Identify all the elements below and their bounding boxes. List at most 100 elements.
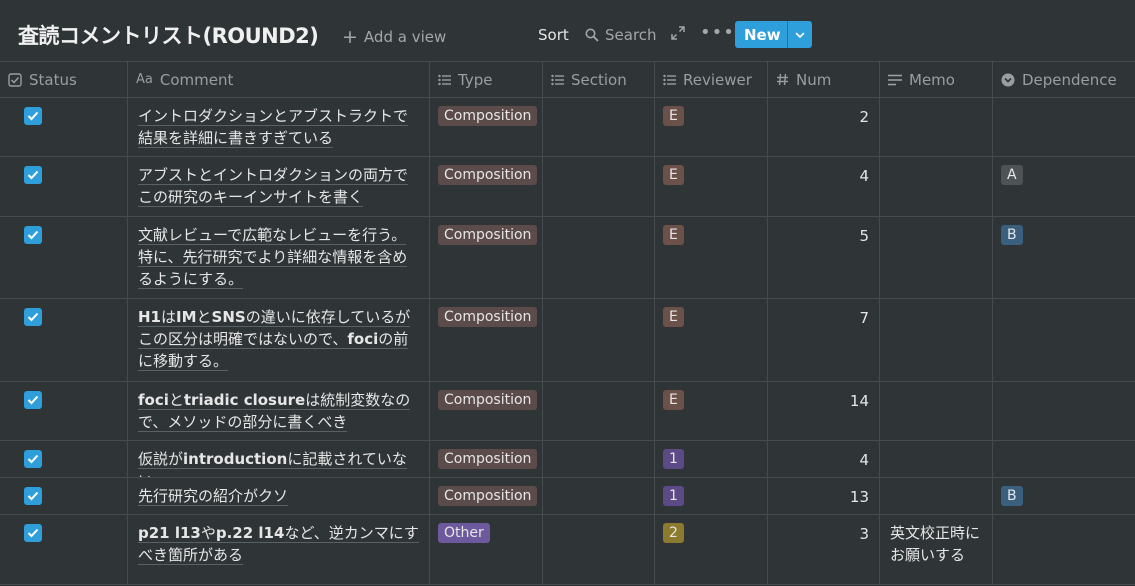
num-cell[interactable]: 4	[768, 157, 880, 216]
reviewer-cell[interactable]: E	[655, 217, 768, 298]
dependence-cell[interactable]	[993, 515, 1135, 584]
type-cell[interactable]: Other	[430, 515, 543, 584]
section-cell[interactable]	[543, 478, 655, 514]
table-row[interactable]: 先行研究の紹介がクソ Composition 1 13 B	[0, 478, 1135, 515]
list-property-icon	[438, 74, 451, 86]
reviewer-cell[interactable]: E	[655, 299, 768, 381]
num-value: 5	[859, 227, 869, 245]
reviewer-cell[interactable]: 2	[655, 515, 768, 584]
table-row[interactable]: イントロダクションとアブストラクトで結果を詳細に書きすぎている Compositi…	[0, 98, 1135, 157]
comment-cell[interactable]: 文献レビューで広範なレビューを行う。特に、先行研究でより詳細な情報を含めるように…	[128, 217, 430, 298]
status-checkbox[interactable]	[24, 450, 42, 468]
status-checkbox[interactable]	[24, 107, 42, 125]
search-label: Search	[605, 26, 657, 44]
type-cell[interactable]: Composition	[430, 98, 543, 156]
dependence-cell[interactable]: B	[993, 478, 1135, 514]
reviewer-cell[interactable]: E	[655, 98, 768, 156]
table-row[interactable]: 仮説がintroductionに記載されていない Composition 1 4	[0, 441, 1135, 478]
search-button[interactable]: Search	[585, 26, 657, 44]
num-cell[interactable]: 7	[768, 299, 880, 381]
reviewer-cell[interactable]: 1	[655, 478, 768, 514]
column-header-section[interactable]: Section	[543, 62, 655, 97]
section-cell[interactable]	[543, 217, 655, 298]
status-checkbox[interactable]	[24, 524, 42, 542]
section-cell[interactable]	[543, 382, 655, 440]
comment-cell[interactable]: 先行研究の紹介がクソ	[128, 478, 430, 514]
memo-cell[interactable]	[880, 98, 993, 156]
comment-cell[interactable]: p21 l13やp.22 l14など、逆カンマにすべき箇所がある	[128, 515, 430, 584]
comment-cell[interactable]: アブストとイントロダクションの両方でこの研究のキーインサイトを書く	[128, 157, 430, 216]
comment-cell[interactable]: fociとtriadic closureは統制変数なので、メソッドの部分に書くべ…	[128, 382, 430, 440]
memo-cell[interactable]	[880, 299, 993, 381]
add-view-button[interactable]: + Add a view	[342, 26, 446, 48]
memo-cell[interactable]	[880, 478, 993, 514]
reviewer-cell[interactable]: E	[655, 157, 768, 216]
status-checkbox[interactable]	[24, 391, 42, 409]
dependence-cell[interactable]	[993, 98, 1135, 156]
section-cell[interactable]	[543, 299, 655, 381]
column-header-dependence[interactable]: Dependence	[993, 62, 1135, 97]
column-header-num[interactable]: Num	[768, 62, 880, 97]
table-row[interactable]: 文献レビューで広範なレビューを行う。特に、先行研究でより詳細な情報を含めるように…	[0, 217, 1135, 299]
type-cell[interactable]: Composition	[430, 441, 543, 477]
dependence-cell[interactable]	[993, 441, 1135, 477]
section-cell[interactable]	[543, 515, 655, 584]
add-view-label: Add a view	[363, 28, 447, 46]
checkmark-icon	[27, 528, 39, 538]
memo-cell[interactable]	[880, 441, 993, 477]
sort-button[interactable]: Sort	[538, 26, 569, 44]
dependence-cell[interactable]: A	[993, 157, 1135, 216]
section-cell[interactable]	[543, 441, 655, 477]
type-cell[interactable]: Composition	[430, 217, 543, 298]
type-cell[interactable]: Composition	[430, 299, 543, 381]
column-header-status[interactable]: Status	[0, 62, 128, 97]
comment-cell[interactable]: イントロダクションとアブストラクトで結果を詳細に書きすぎている	[128, 98, 430, 156]
type-tag: Composition	[438, 106, 538, 126]
reviewer-cell[interactable]: E	[655, 382, 768, 440]
checkmark-icon	[27, 491, 39, 501]
column-header-type[interactable]: Type	[430, 62, 543, 97]
memo-cell[interactable]	[880, 382, 993, 440]
num-cell[interactable]: 3	[768, 515, 880, 584]
table-row[interactable]: H1はIMとSNSの違いに依存しているがこの区分は明確ではないので、fociの前…	[0, 299, 1135, 382]
new-button[interactable]: New	[735, 21, 812, 48]
reviewer-cell[interactable]: 1	[655, 441, 768, 477]
table-row[interactable]: fociとtriadic closureは統制変数なので、メソッドの部分に書くべ…	[0, 382, 1135, 441]
status-checkbox[interactable]	[24, 226, 42, 244]
column-header-memo[interactable]: Memo	[880, 62, 993, 97]
chevron-down-icon[interactable]	[788, 31, 812, 38]
type-cell[interactable]: Composition	[430, 382, 543, 440]
list-property-icon	[551, 74, 564, 86]
comment-cell[interactable]: H1はIMとSNSの違いに依存しているがこの区分は明確ではないので、fociの前…	[128, 299, 430, 381]
dependence-tag: B	[1001, 486, 1023, 506]
num-cell[interactable]: 14	[768, 382, 880, 440]
more-options-icon[interactable]: •••	[700, 22, 735, 43]
status-checkbox[interactable]	[24, 487, 42, 505]
section-cell[interactable]	[543, 98, 655, 156]
dependence-cell[interactable]	[993, 299, 1135, 381]
type-cell[interactable]: Composition	[430, 157, 543, 216]
memo-cell[interactable]	[880, 217, 993, 298]
column-header-comment[interactable]: Aa Comment	[128, 62, 430, 97]
database-table: Status Aa Comment Type Section Reviewer …	[0, 61, 1135, 585]
comment-text: 先行研究の紹介がクソ	[138, 487, 289, 506]
expand-icon[interactable]	[671, 26, 685, 44]
comment-cell[interactable]: 仮説がintroductionに記載されていない	[128, 441, 430, 477]
column-header-reviewer[interactable]: Reviewer	[655, 62, 768, 97]
dependence-cell[interactable]	[993, 382, 1135, 440]
num-cell[interactable]: 13	[768, 478, 880, 514]
section-cell[interactable]	[543, 157, 655, 216]
type-cell[interactable]: Composition	[430, 478, 543, 514]
table-row[interactable]: アブストとイントロダクションの両方でこの研究のキーインサイトを書く Composi…	[0, 157, 1135, 217]
dependence-cell[interactable]: B	[993, 217, 1135, 298]
memo-cell[interactable]	[880, 157, 993, 216]
status-checkbox[interactable]	[24, 308, 42, 326]
num-cell[interactable]: 4	[768, 441, 880, 477]
table-row[interactable]: p21 l13やp.22 l14など、逆カンマにすべき箇所がある Other 2 3 英…	[0, 515, 1135, 585]
type-tag: Composition	[438, 390, 538, 410]
num-cell[interactable]: 5	[768, 217, 880, 298]
memo-cell[interactable]: 英文校正時にお願いする	[880, 515, 993, 584]
num-cell[interactable]: 2	[768, 98, 880, 156]
status-checkbox[interactable]	[24, 166, 42, 184]
select-property-icon	[1001, 73, 1015, 87]
